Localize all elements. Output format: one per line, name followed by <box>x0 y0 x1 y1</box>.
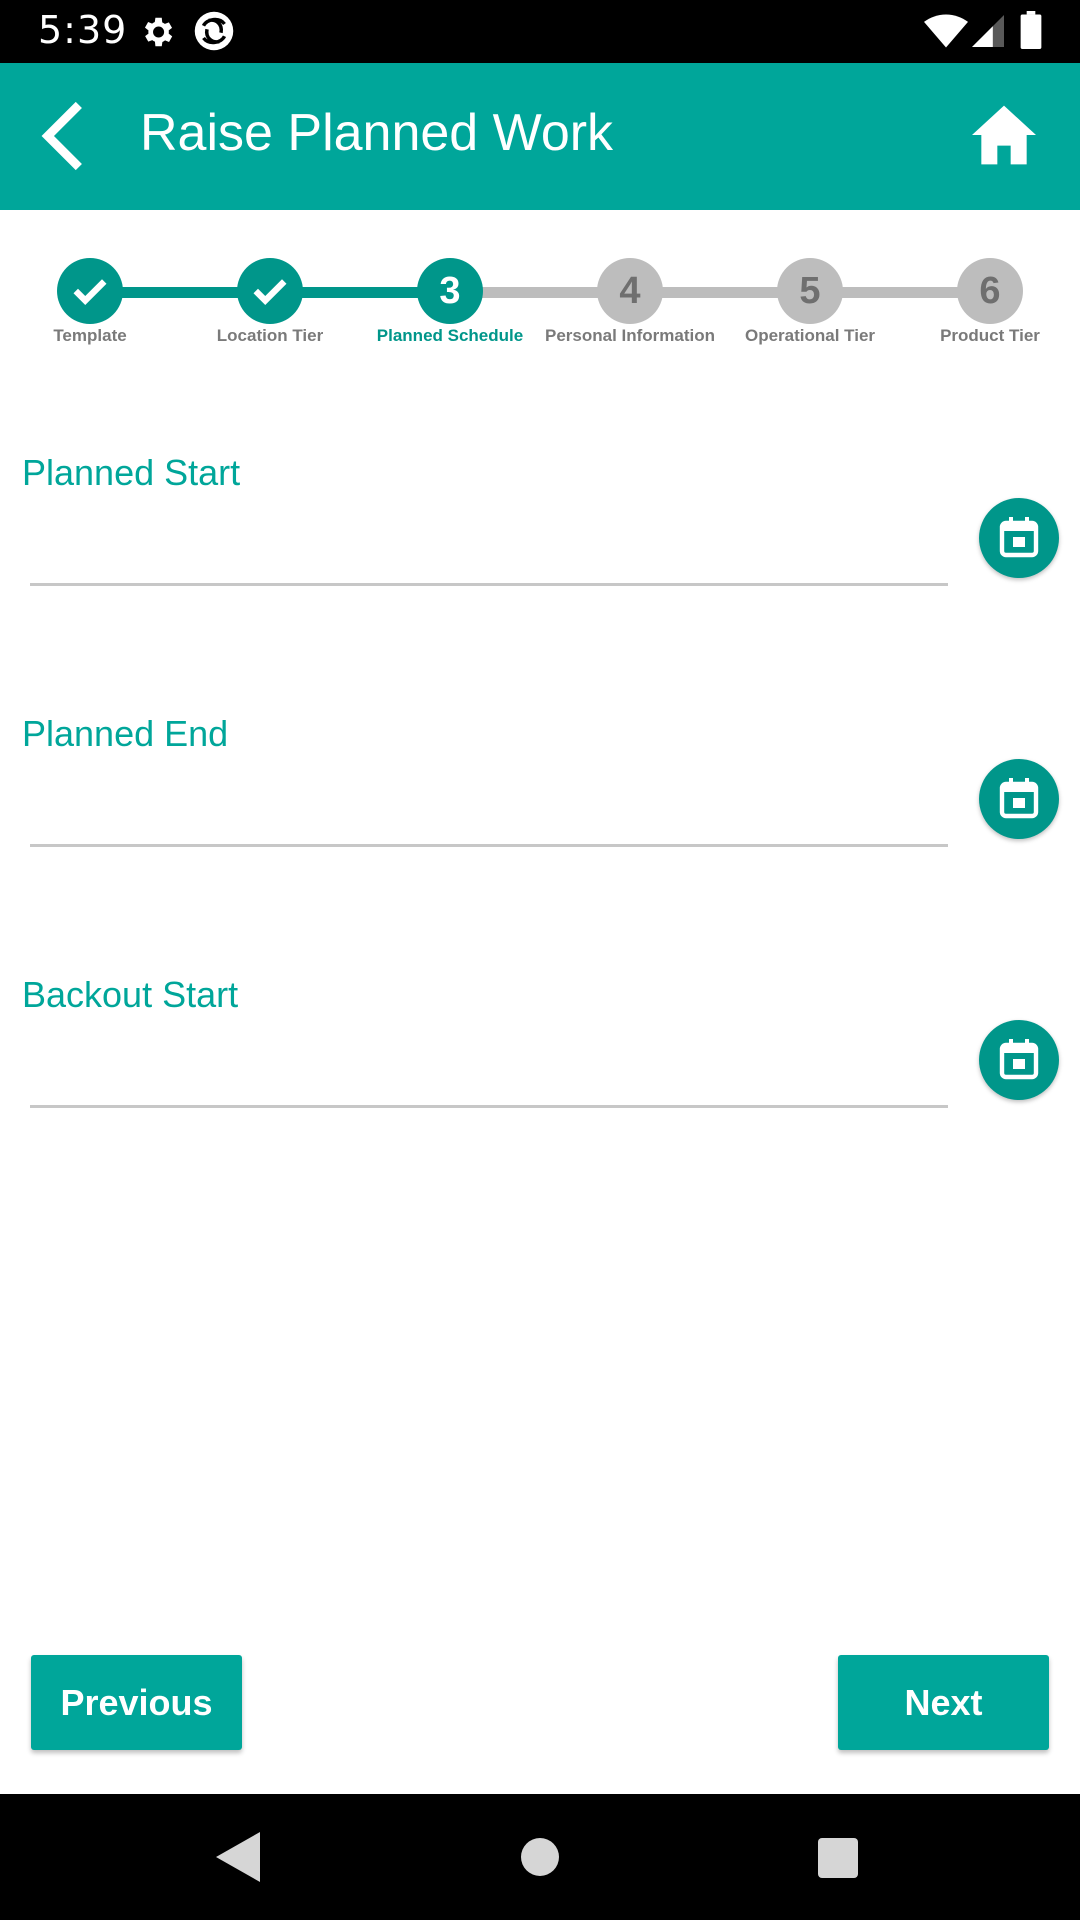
planned-end-calendar-button[interactable] <box>979 759 1059 839</box>
step-label: Planned Schedule <box>376 326 524 345</box>
step-label: Product Tier <box>940 326 1040 345</box>
step-planned-schedule[interactable]: 3 Planned Schedule <box>360 250 540 346</box>
next-button[interactable]: Next <box>838 1655 1049 1750</box>
screen: 5:39 Raise Planned Work Template Locatio… <box>0 0 1080 1920</box>
previous-button[interactable]: Previous <box>31 1655 242 1750</box>
step-circle <box>57 258 123 324</box>
system-nav-bar <box>0 1794 1080 1920</box>
status-bar: 5:39 <box>0 0 1080 63</box>
step-label: Location Tier <box>216 326 324 345</box>
step-number: 3 <box>417 258 483 324</box>
step-number: 6 <box>957 258 1023 324</box>
step-label: Personal Information <box>544 326 716 345</box>
step-label: Template <box>53 326 127 345</box>
step-location-tier[interactable]: Location Tier <box>180 250 360 346</box>
planned-end-input[interactable] <box>30 788 948 847</box>
status-time: 5:39 <box>38 8 128 52</box>
home-icon[interactable] <box>972 105 1036 165</box>
backout-start-input[interactable] <box>30 1049 948 1108</box>
step-label: Operational Tier <box>744 326 876 345</box>
gear-icon <box>144 17 173 47</box>
calendar-icon <box>999 778 1039 819</box>
calendar-icon <box>999 517 1039 558</box>
backout-start-label: Backout Start <box>22 974 239 1015</box>
step-template[interactable]: Template <box>0 250 180 346</box>
calendar-icon <box>999 1039 1039 1080</box>
planned-start-label: Planned Start <box>22 452 241 493</box>
battery-icon <box>1020 11 1042 49</box>
step-circle <box>237 258 303 324</box>
back-triangle-icon[interactable] <box>216 1832 260 1882</box>
app-notification-icon <box>194 11 234 51</box>
checkmark-icon <box>73 279 107 305</box>
page-title: Raise Planned Work <box>140 104 614 162</box>
step-number: 5 <box>777 258 843 324</box>
step-product-tier[interactable]: 6 Product Tier <box>900 250 1080 346</box>
backout-start-calendar-button[interactable] <box>979 1020 1059 1100</box>
planned-end-label: Planned End <box>22 713 229 754</box>
checkmark-icon <box>253 279 287 305</box>
app-bar: Raise Planned Work <box>0 63 1080 210</box>
planned-start-input[interactable] <box>30 527 948 586</box>
chevron-left-icon[interactable] <box>30 101 90 171</box>
planned-start-calendar-button[interactable] <box>979 498 1059 578</box>
signal-icon <box>972 15 1004 47</box>
step-operational-tier[interactable]: 5 Operational Tier <box>720 250 900 346</box>
step-number: 4 <box>597 258 663 324</box>
step-personal-information[interactable]: 4 Personal Information <box>540 250 720 346</box>
stepper: Template Location Tier 3 Planned Schedul… <box>0 250 1080 360</box>
home-circle-icon[interactable] <box>521 1838 559 1876</box>
wifi-icon <box>924 14 968 48</box>
recents-square-icon[interactable] <box>818 1838 858 1878</box>
